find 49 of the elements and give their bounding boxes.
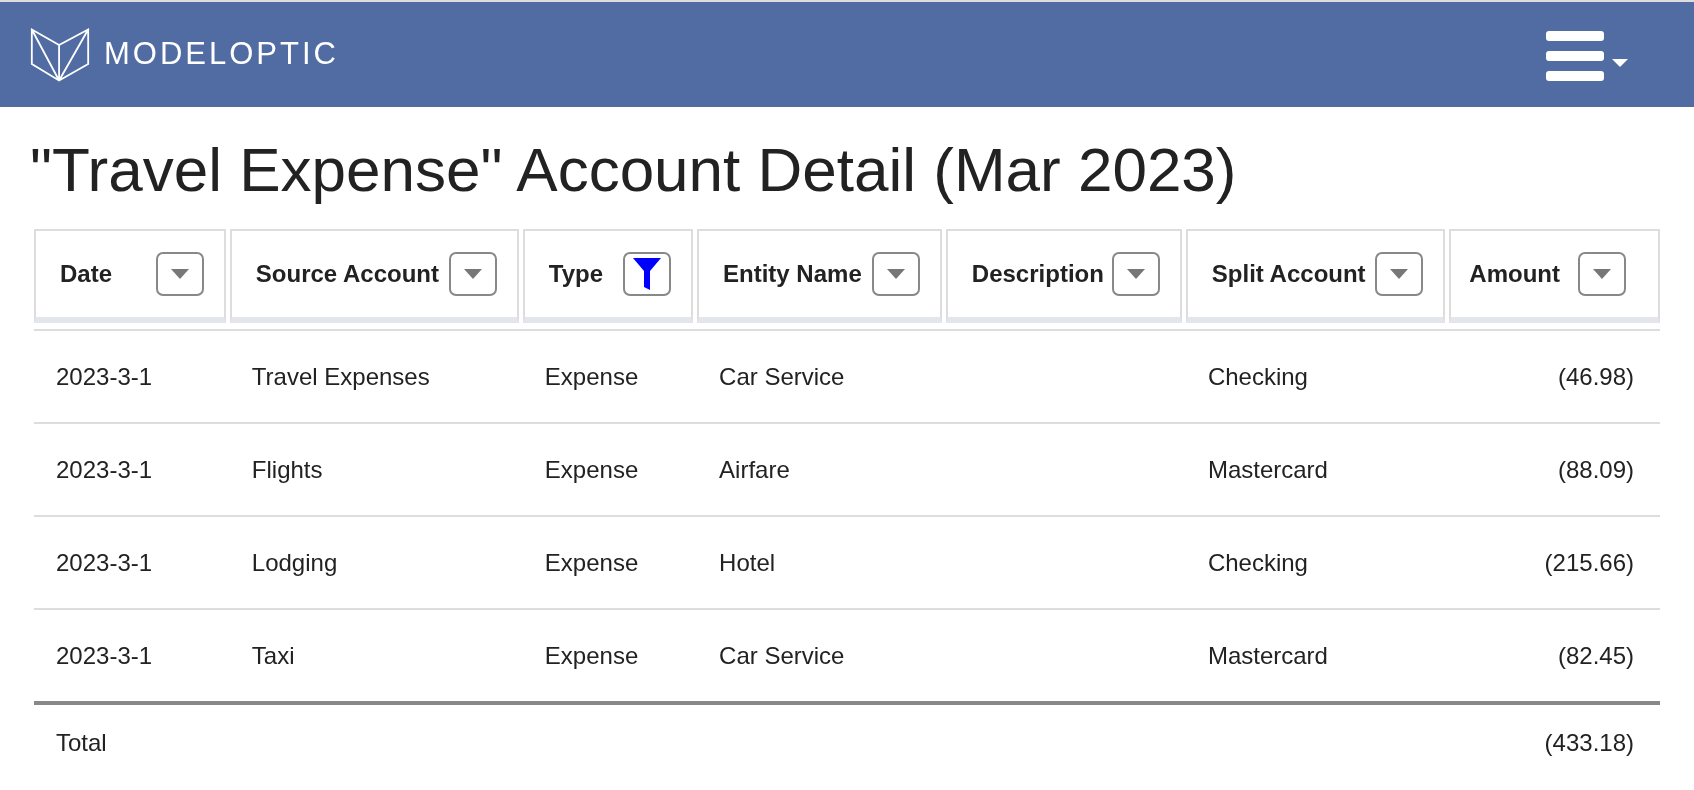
- table-cell-text: 2023-3-1: [56, 361, 153, 392]
- filter-button[interactable]: [871, 252, 920, 296]
- column-label: Split Account: [1211, 259, 1366, 289]
- caret-icon: [886, 269, 905, 279]
- caret-icon: [170, 269, 189, 279]
- filter-button[interactable]: [155, 252, 204, 296]
- table-cell-text: Expense: [544, 454, 639, 485]
- table-cell-text: 2023-3-1: [56, 640, 153, 671]
- table-cell-text: (46.98): [1557, 361, 1634, 392]
- total-amount: (433.18): [1544, 728, 1634, 758]
- filter-icon: [632, 257, 663, 291]
- table-cell-text: (88.09): [1557, 454, 1634, 485]
- table-cell-text: Expense: [544, 361, 639, 392]
- filter-button[interactable]: [1111, 252, 1160, 296]
- caret-icon: [1390, 269, 1409, 279]
- table-cell-text: Airfare: [719, 454, 790, 485]
- table-cell-text: 2023-3-1: [56, 454, 153, 485]
- caret-icon: [1593, 269, 1611, 279]
- table-cell-text: Taxi: [251, 640, 295, 671]
- table-cell-text: Mastercard: [1207, 454, 1328, 485]
- column-label: Description: [971, 259, 1104, 289]
- table-cell-text: Checking: [1207, 361, 1308, 392]
- table-cell-text: 2023-3-1: [56, 547, 153, 578]
- table-cell-text: Expense: [544, 547, 639, 578]
- column-label: Type: [548, 259, 603, 289]
- brand-name: MODELOPTIC: [104, 35, 339, 74]
- table-cell-text: Checking: [1207, 547, 1308, 578]
- page-title: "Travel Expense" Account Detail (Mar 2023): [29, 134, 1238, 206]
- table-cell-text: Car Service: [719, 361, 845, 392]
- caret-icon: [1126, 269, 1145, 279]
- table-cell-text: Travel Expenses: [251, 361, 430, 392]
- table-cell-text: Expense: [544, 640, 639, 671]
- column-label: Amount: [1469, 259, 1560, 289]
- table-cell-text: Mastercard: [1207, 640, 1328, 671]
- total-label: Total: [56, 728, 107, 758]
- column-label: Source Account: [255, 259, 439, 289]
- column-label: Entity Name: [723, 259, 862, 289]
- table-cell-text: (215.66): [1544, 547, 1634, 578]
- caret-icon: [463, 269, 482, 279]
- filter-button[interactable]: [1375, 252, 1424, 296]
- table-cell-text: Car Service: [719, 640, 845, 671]
- column-label: Date: [60, 259, 113, 289]
- filter-button[interactable]: [623, 252, 672, 296]
- filter-button[interactable]: [448, 252, 497, 296]
- filter-button[interactable]: [1578, 252, 1626, 296]
- table-cell-text: Hotel: [719, 547, 776, 578]
- table-cell-text: Lodging: [251, 547, 338, 578]
- table-cell-text: (82.45): [1557, 640, 1634, 671]
- table-cell-text: Flights: [251, 454, 323, 485]
